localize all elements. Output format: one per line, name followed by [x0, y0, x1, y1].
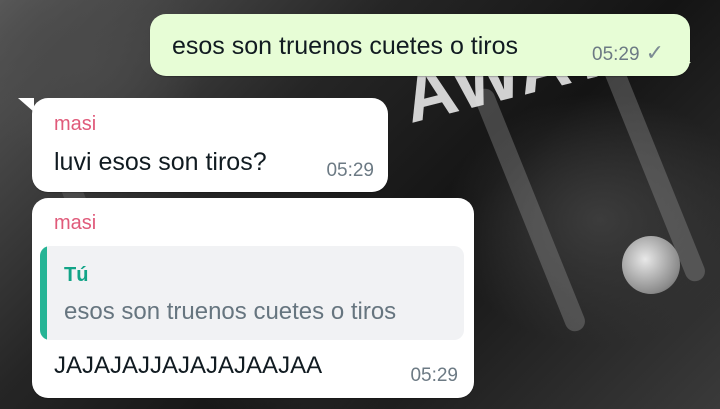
- incoming-reply-message-bubble[interactable]: masi Tú esos son truenos cuetes o tiros …: [32, 198, 474, 398]
- message-time: 05:29: [410, 365, 458, 386]
- outgoing-bubble-tail: [675, 62, 691, 76]
- message-time: 05:29: [326, 160, 374, 181]
- quoted-message[interactable]: Tú esos son truenos cuetes o tiros: [40, 246, 464, 340]
- wallpaper-pin-badge: [622, 236, 680, 294]
- wallpaper-jacket-fold: [472, 85, 588, 335]
- message-time: 05:29: [592, 44, 640, 65]
- incoming-message-bubble[interactable]: masi luvi esos son tiros? 05:29: [32, 98, 388, 192]
- quote-accent-bar: [40, 246, 47, 340]
- single-check-icon: ✓: [645, 40, 664, 65]
- message-text: luvi esos son tiros?: [54, 148, 267, 176]
- outgoing-message-bubble[interactable]: esos son truenos cuetes o tiros 05:29 ✓: [150, 14, 690, 76]
- message-text: esos son truenos cuetes o tiros: [172, 32, 519, 60]
- quoted-text: esos son truenos cuetes o tiros: [64, 298, 397, 325]
- message-meta: 05:29 ✓: [592, 40, 664, 66]
- quoted-author: Tú: [64, 264, 89, 286]
- message-text: JAJAJAJJAJAJAJAAJAA: [54, 352, 323, 379]
- sender-name[interactable]: masi: [54, 212, 96, 235]
- sender-name[interactable]: masi: [54, 113, 96, 136]
